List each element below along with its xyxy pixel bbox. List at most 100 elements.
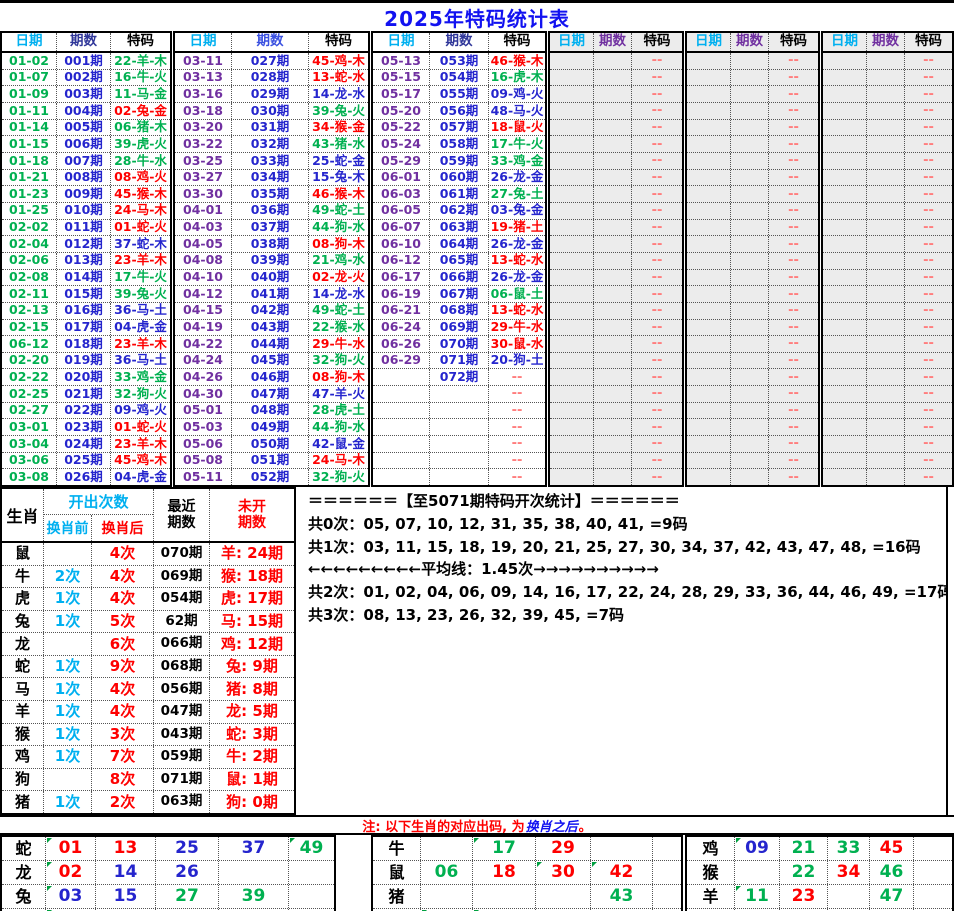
stats-line: ＝＝＝＝＝＝【至5071期特码开次统计】＝＝＝＝＝＝ [308,490,938,513]
code-cell: -- [905,419,952,435]
zodiac-row: 鼠4次070期羊: 24期 [2,543,294,566]
code-cell: -- [769,270,818,286]
number-cell: 02 [46,861,96,884]
table-row: -- [687,286,818,303]
number-cell [828,885,870,908]
table-row: 04-12041期14-龙-水 [175,286,368,303]
date-cell: 06-01 [373,170,430,186]
date-cell [823,170,867,186]
period-cell [594,403,632,419]
code-cell: 06-鼠-土 [489,286,545,302]
code-cell: -- [905,153,952,169]
zodiac-cell: 猴 [2,724,44,746]
date-cell: 01-18 [2,153,57,169]
date-cell [373,386,430,402]
period-cell [731,403,769,419]
period-cell: 057期 [430,120,489,136]
date-cell [687,170,731,186]
date-cell [687,103,731,119]
recent-period-header: 最近期数 [154,489,210,541]
code-cell: 01-蛇-火 [111,419,170,435]
code-cell: -- [632,386,682,402]
period-cell: 046期 [232,369,309,385]
code-cell: -- [769,70,818,86]
number-cell [289,885,334,908]
pending-header-line2: 期数 [238,515,266,531]
period-cell: 033期 [232,153,309,169]
period-cell [430,386,489,402]
table-row: -- [687,103,818,120]
table-row: 03-22032期43-猪-水 [175,136,368,153]
zodiac-number-row: 羊112347 [687,885,952,909]
number-cell [421,885,473,908]
code-cell: -- [905,353,952,369]
table-row: -- [823,203,952,220]
number-cell: 09 [735,837,780,860]
code-cell: 23-羊-木 [111,436,170,452]
number-cell [591,837,653,860]
code-cell: -- [632,453,682,469]
date-cell [687,153,731,169]
table-row: 01-02001期22-羊-木 [2,53,170,70]
date-cell [823,136,867,152]
code-cell: -- [632,103,682,119]
stats-line: ←←←←←←←←←平均线：1.45次→→→→→→→→→→ [308,558,938,581]
code-cell: -- [905,270,952,286]
period-cell [731,236,769,252]
zodiac-cell: 鸡 [2,746,44,768]
code-cell: 32-狗-火 [309,353,368,369]
date-cell: 02-20 [2,353,57,369]
period-cell [867,170,905,186]
code-cell: -- [769,253,818,269]
code-cell: 28-虎-土 [309,403,368,419]
period-cell [867,386,905,402]
code-column-header: 特码 [905,33,952,51]
table-row: 01-11004期02-兔-金 [2,103,170,120]
period-cell: 042期 [232,303,309,319]
table-row: -- [687,320,818,337]
code-cell: -- [905,336,952,352]
recent-period-cell: 070期 [154,543,210,565]
date-cell [550,86,594,102]
table-row: 06-24069期29-牛-水 [373,320,545,337]
period-cell [867,203,905,219]
period-cell [594,203,632,219]
table-row: -- [550,70,682,87]
number-cell [421,837,473,860]
date-cell [823,453,867,469]
code-cell: -- [905,286,952,302]
table-row: 03-06025期45-鸡-木 [2,453,170,470]
code-cell: 36-马-土 [111,303,170,319]
date-cell [687,70,731,86]
after-swap-cell: 4次 [92,678,154,700]
date-cell [373,403,430,419]
period-cell [594,236,632,252]
table-row: -- [687,436,818,453]
period-cell: 009期 [57,186,111,202]
table-row: -- [687,236,818,253]
period-cell: 026期 [57,469,111,485]
number-cell [914,837,952,860]
table-row: -- [550,86,682,103]
period-cell: 053期 [430,53,489,69]
pending-period-cell: 羊: 24期 [210,543,294,565]
period-cell: 041期 [232,286,309,302]
zodiac-label-cell: 鼠 [373,861,421,884]
code-cell: -- [632,419,682,435]
period-cell [867,136,905,152]
number-cell [219,861,289,884]
after-swap-cell: 4次 [92,566,154,588]
code-cell: -- [769,153,818,169]
date-cell [687,53,731,69]
table-row: -- [823,220,952,237]
zodiac-table-header: 生肖开出次数换肖前换肖后最近期数未开期数 [2,489,294,543]
period-cell: 008期 [57,170,111,186]
number-cell [914,885,952,908]
date-cell [687,86,731,102]
date-cell [823,103,867,119]
table-row: 05-13053期46-猴-木 [373,53,545,70]
date-cell: 02-08 [2,270,57,286]
pending-period-cell: 鸡: 12期 [210,633,294,655]
period-column-header: 期数 [594,33,632,51]
code-cell: 48-马-火 [489,103,545,119]
